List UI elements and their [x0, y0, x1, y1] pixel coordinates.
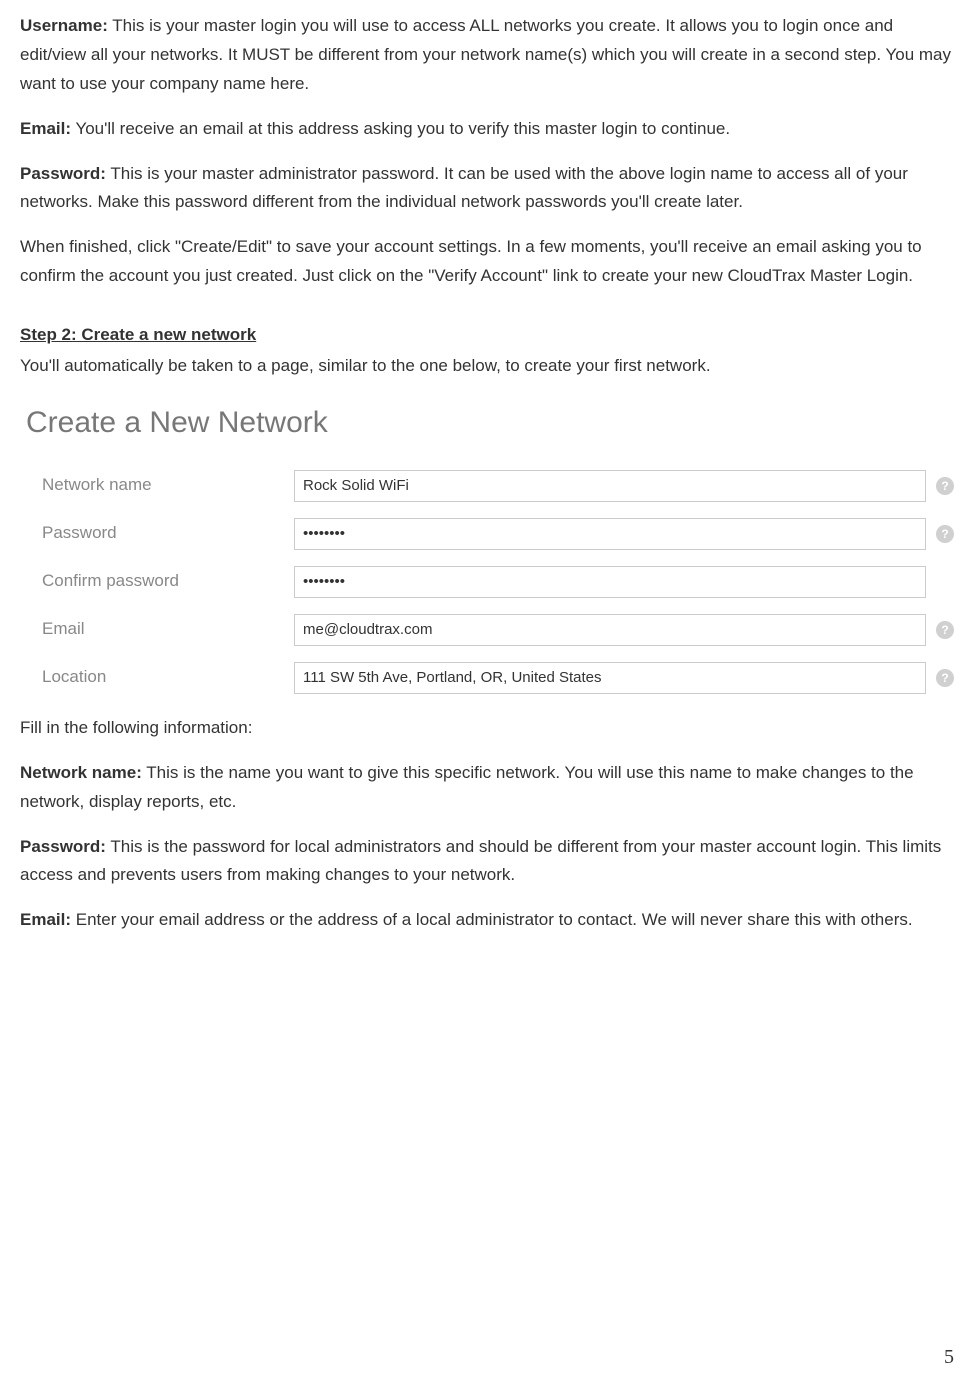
help-icon[interactable]: ? [936, 621, 954, 639]
input-location[interactable] [294, 662, 926, 694]
input-network-name[interactable] [294, 470, 926, 502]
input-password[interactable] [294, 518, 926, 550]
label-netname: Network name: [20, 763, 142, 782]
para-email2: Email: Enter your email address or the a… [20, 906, 954, 935]
input-confirm-password[interactable] [294, 566, 926, 598]
label-form-email: Email [20, 615, 294, 644]
row-email: Email ? [20, 614, 954, 646]
para-email1: Email: You'll receive an email at this a… [20, 115, 954, 144]
input-email[interactable] [294, 614, 926, 646]
step2-intro: You'll automatically be taken to a page,… [20, 352, 954, 381]
text-email1: You'll receive an email at this address … [71, 119, 730, 138]
para-finished: When finished, click "Create/Edit" to sa… [20, 233, 954, 291]
text-username: This is your master login you will use t… [20, 16, 951, 93]
help-icon[interactable]: ? [936, 477, 954, 495]
page-number: 5 [944, 1340, 954, 1374]
text-password2: This is the password for local administr… [20, 837, 941, 885]
fill-info: Fill in the following information: [20, 714, 954, 743]
row-confirm-password: Confirm password [20, 566, 954, 598]
label-password2: Password: [20, 837, 106, 856]
form-screenshot: Create a New Network Network name ? Pass… [20, 397, 954, 694]
help-icon[interactable]: ? [936, 525, 954, 543]
para-password1: Password: This is your master administra… [20, 160, 954, 218]
label-password: Password [20, 519, 294, 548]
row-password: Password ? [20, 518, 954, 550]
text-password1: This is your master administrator passwo… [20, 164, 908, 212]
para-network-name: Network name: This is the name you want … [20, 759, 954, 817]
label-network-name: Network name [20, 471, 294, 500]
label-location: Location [20, 663, 294, 692]
para-password2: Password: This is the password for local… [20, 833, 954, 891]
label-email1: Email: [20, 119, 71, 138]
text-netname: This is the name you want to give this s… [20, 763, 914, 811]
form-title: Create a New Network [26, 397, 954, 448]
step2-heading: Step 2: Create a new network [20, 321, 954, 350]
label-password1: Password: [20, 164, 106, 183]
text-email2: Enter your email address or the address … [71, 910, 913, 929]
row-network-name: Network name ? [20, 470, 954, 502]
label-confirm-password: Confirm password [20, 567, 294, 596]
label-email2: Email: [20, 910, 71, 929]
para-username: Username: This is your master login you … [20, 12, 954, 99]
row-location: Location ? [20, 662, 954, 694]
label-username: Username: [20, 16, 108, 35]
help-icon[interactable]: ? [936, 669, 954, 687]
